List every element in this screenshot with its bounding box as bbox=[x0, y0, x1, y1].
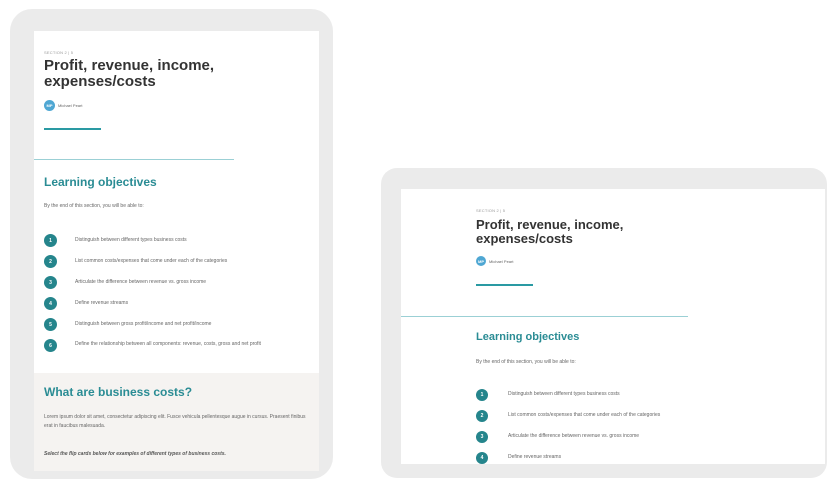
objective-item: 4 Define revenue streams bbox=[476, 452, 776, 464]
objective-text: Define revenue streams bbox=[508, 454, 562, 460]
objective-number: 5 bbox=[44, 318, 57, 331]
lesson-title: Profit, revenue, income, expenses/costs bbox=[476, 218, 623, 245]
objectives-heading: Learning objectives bbox=[44, 175, 157, 189]
flip-cards-note: Select the flip cards below for examples… bbox=[44, 451, 226, 457]
objective-text: Articulate the difference between revenu… bbox=[508, 433, 640, 439]
objective-number: 1 bbox=[44, 234, 57, 247]
objectives-intro: By the end of this section, you will be … bbox=[476, 359, 576, 365]
objective-number: 6 bbox=[44, 339, 57, 352]
objectives-heading: Learning objectives bbox=[476, 331, 580, 343]
objective-item: 6 Define the relationship between all co… bbox=[44, 339, 306, 352]
objective-item: 3 Articulate the difference between reve… bbox=[476, 431, 776, 443]
objective-number: 2 bbox=[476, 410, 488, 422]
lesson-title-line1: Profit, revenue, income, bbox=[476, 217, 624, 232]
laptop-screen: SECTION 2 | 5 Profit, revenue, income, e… bbox=[401, 189, 825, 464]
lesson-crumb: SECTION 2 | 5 bbox=[44, 50, 74, 55]
objective-text: Articulate the difference between revenu… bbox=[75, 279, 207, 285]
objective-text: List common costs/expenses that come und… bbox=[508, 412, 661, 418]
objective-text: Distinguish between gross profit/income … bbox=[75, 321, 212, 327]
title-accent-bar bbox=[476, 284, 533, 286]
objective-item: 5 Distinguish between gross profit/incom… bbox=[44, 318, 304, 331]
objective-text: List common costs/expenses that come und… bbox=[75, 258, 228, 264]
avatar: MP bbox=[476, 256, 486, 266]
header-divider bbox=[401, 316, 688, 317]
author-name: Michael Peart bbox=[58, 103, 83, 108]
title-accent-bar bbox=[44, 128, 101, 130]
tablet-screen: SECTION 2 | 5 Profit, revenue, income, e… bbox=[34, 31, 319, 471]
objective-number: 1 bbox=[476, 389, 488, 401]
objective-item: 1 Distinguish between different types bu… bbox=[476, 389, 776, 401]
objective-item: 2 List common costs/expenses that come u… bbox=[476, 410, 776, 422]
avatar: MP bbox=[44, 100, 55, 111]
objective-text: Define the relationship between all comp… bbox=[75, 341, 261, 347]
objective-number: 3 bbox=[476, 431, 488, 443]
objective-item: 3 Articulate the difference between reve… bbox=[44, 276, 304, 289]
objective-number: 3 bbox=[44, 276, 57, 289]
lesson-title-line1: Profit, revenue, income, bbox=[44, 57, 215, 74]
objective-item: 4 Define revenue streams bbox=[44, 297, 304, 310]
lesson-title-line2: expenses/costs bbox=[44, 72, 156, 90]
objective-text: Distinguish between different types busi… bbox=[75, 237, 187, 243]
objective-item: 2 List common costs/expenses that come u… bbox=[44, 255, 304, 268]
laptop-device-frame: SECTION 2 | 5 Profit, revenue, income, e… bbox=[381, 168, 827, 478]
objective-number: 4 bbox=[476, 452, 488, 464]
costs-body: Lorem ipsum dolor sit amet, consectetur … bbox=[44, 414, 306, 429]
header-divider bbox=[34, 159, 234, 160]
objective-text: Distinguish between different types busi… bbox=[508, 391, 620, 397]
tablet-device-frame: SECTION 2 | 5 Profit, revenue, income, e… bbox=[10, 9, 333, 479]
lesson-title-line2: expenses/costs bbox=[476, 230, 573, 246]
lesson-title: Profit, revenue, income, expenses/costs bbox=[44, 58, 214, 90]
objective-item: 1 Distinguish between different types bu… bbox=[44, 234, 304, 247]
objective-text: Define revenue streams bbox=[75, 300, 129, 306]
objective-number: 4 bbox=[44, 297, 57, 310]
objective-number: 2 bbox=[44, 255, 57, 268]
author: MP Michael Peart bbox=[476, 256, 513, 266]
costs-heading: What are business costs? bbox=[44, 385, 193, 399]
lesson-crumb: SECTION 2 | 5 bbox=[476, 208, 506, 213]
author-name: Michael Peart bbox=[489, 258, 514, 264]
objectives-intro: By the end of this section, you will be … bbox=[44, 203, 144, 209]
author: MP Michael Peart bbox=[44, 100, 82, 111]
